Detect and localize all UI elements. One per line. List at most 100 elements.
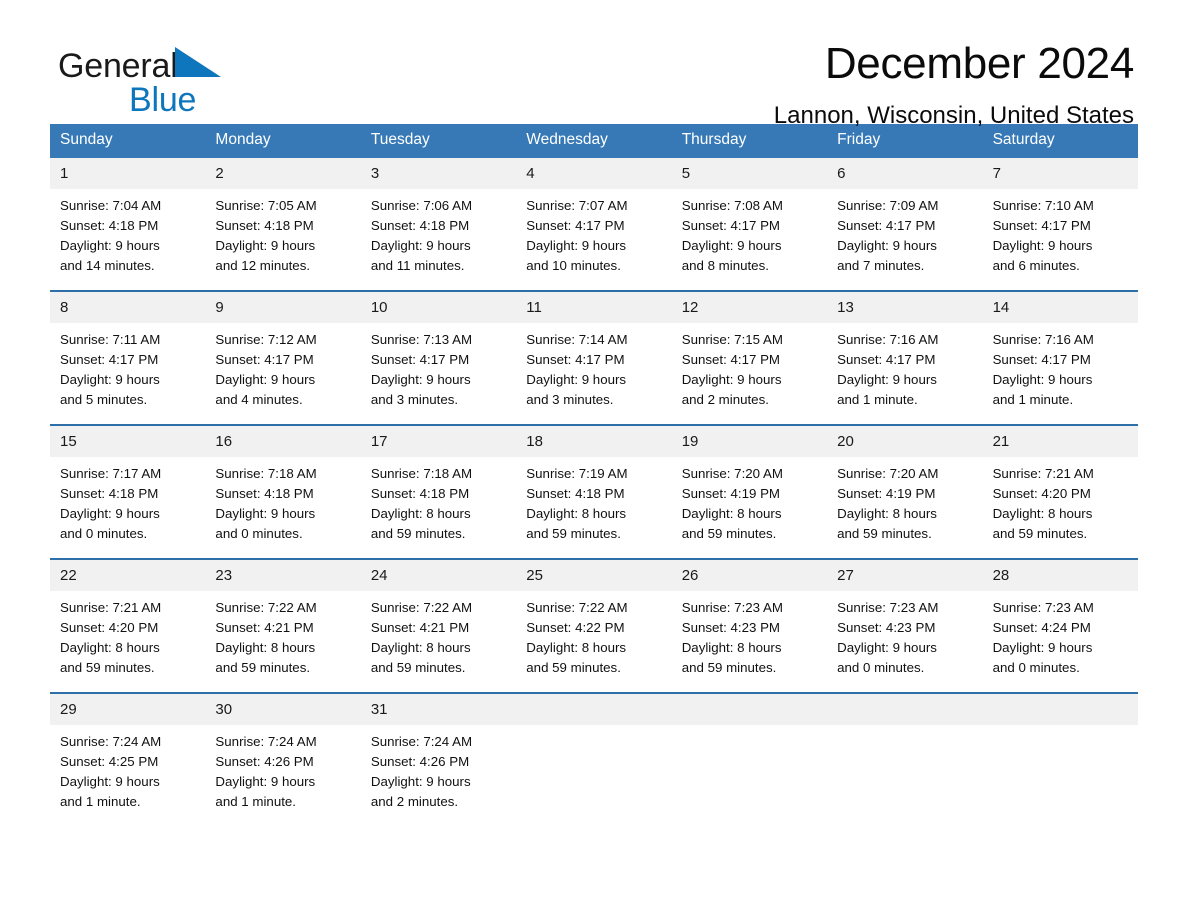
calendar-weeks: 1 Sunrise: 7:04 AM Sunset: 4:18 PM Daylight…: [50, 158, 1138, 812]
calendar-day-cell[interactable]: 20 Sunrise: 7:20 AM Sunset: 4:19 PM Dayligh…: [827, 426, 983, 544]
day-number: 11: [516, 292, 672, 323]
calendar-day-cell[interactable]: 19 Sunrise: 7:20 AM Sunset: 4:19 PM Dayligh…: [671, 426, 828, 544]
daylight-text-line1: Daylight: 9 hours: [370, 238, 471, 253]
calendar-day-cell[interactable]: 26 Sunrise: 7:23 AM Sunset: 4:23 PM Dayligh…: [671, 560, 828, 678]
calendar-week-row: 15 Sunrise: 7:17 AM Sunset: 4:18 PM Dayligh…: [50, 424, 1138, 544]
calendar-day-cell[interactable]: 30 Sunrise: 7:24 AM Sunset: 4:26 PM Dayligh…: [205, 694, 361, 812]
daylight-text-line2: and 11 minutes.: [370, 258, 465, 273]
day-details: Sunrise: 7:21 AM Sunset: 4:20 PM Daylight:…: [50, 591, 205, 678]
calendar-day-cell[interactable]: 5 Sunrise: 7:08 AM Sunset: 4:17 PM Daylight…: [671, 158, 828, 276]
calendar-day-cell[interactable]: 13 Sunrise: 7:16 AM Sunset: 4:17 PM Dayligh…: [827, 292, 983, 410]
day-number: 17: [360, 426, 517, 457]
sunset-text: Sunset: 4:17 PM: [526, 352, 625, 367]
calendar-day-cell[interactable]: 4 Sunrise: 7:07 AM Sunset: 4:17 PM Daylight…: [516, 158, 672, 276]
daylight-text-line2: and 1 minute.: [60, 794, 141, 809]
daylight-text-line2: and 1 minute.: [215, 794, 296, 809]
day-number: 28: [982, 560, 1138, 591]
calendar-day-cell[interactable]: 6 Sunrise: 7:09 AM Sunset: 4:17 PM Daylight…: [827, 158, 983, 276]
calendar-day-cell[interactable]: 11 Sunrise: 7:14 AM Sunset: 4:17 PM Dayligh…: [516, 292, 672, 410]
calendar-day-cell[interactable]: 31 Sunrise: 7:24 AM Sunset: 4:26 PM Dayligh…: [360, 694, 517, 812]
daylight-text-line1: Daylight: 8 hours: [370, 640, 471, 655]
daylight-text-line1: Daylight: 9 hours: [681, 372, 782, 387]
calendar-day-cell[interactable]: 2 Sunrise: 7:05 AM Sunset: 4:18 PM Daylight…: [205, 158, 361, 276]
sunrise-text: Sunrise: 7:22 AM: [215, 600, 317, 615]
calendar-day-cell[interactable]: 3 Sunrise: 7:06 AM Sunset: 4:18 PM Daylight…: [360, 158, 517, 276]
sunrise-text: Sunrise: 7:20 AM: [837, 466, 939, 481]
day-number: 10: [360, 292, 517, 323]
daylight-text-line2: and 59 minutes.: [60, 660, 155, 675]
day-number: 6: [827, 158, 983, 189]
sunset-text: Sunset: 4:18 PM: [60, 486, 159, 501]
calendar-day-cell[interactable]: 22 Sunrise: 7:21 AM Sunset: 4:20 PM Dayligh…: [50, 560, 206, 678]
daylight-text-line1: Daylight: 8 hours: [526, 640, 627, 655]
calendar-day-cell[interactable]: 17 Sunrise: 7:18 AM Sunset: 4:18 PM Dayligh…: [360, 426, 517, 544]
calendar-day-cell[interactable]: 25 Sunrise: 7:22 AM Sunset: 4:22 PM Dayligh…: [516, 560, 672, 678]
calendar-day-cell[interactable]: 23 Sunrise: 7:22 AM Sunset: 4:21 PM Dayligh…: [205, 560, 361, 678]
sunset-text: Sunset: 4:19 PM: [681, 486, 781, 501]
calendar-day-cell[interactable]: 12 Sunrise: 7:15 AM Sunset: 4:17 PM Dayligh…: [671, 292, 828, 410]
calendar-day-cell[interactable]: 10 Sunrise: 7:13 AM Sunset: 4:17 PM Dayligh…: [360, 292, 517, 410]
day-number: 19: [671, 426, 828, 457]
calendar-week-row: 29 Sunrise: 7:24 AM Sunset: 4:25 PM Dayligh…: [50, 692, 1138, 812]
daylight-text-line1: Daylight: 8 hours: [681, 640, 782, 655]
sunset-text: Sunset: 4:25 PM: [60, 754, 159, 769]
day-number: 30: [205, 694, 361, 725]
daylight-text-line1: Daylight: 9 hours: [60, 774, 160, 789]
sunset-text: Sunset: 4:17 PM: [992, 352, 1091, 367]
daylight-text-line2: and 59 minutes.: [681, 660, 777, 675]
day-number: 2: [205, 158, 361, 189]
sunset-text: Sunset: 4:22 PM: [526, 620, 625, 635]
daylight-text-line2: and 0 minutes.: [215, 526, 303, 541]
daylight-text-line2: and 3 minutes.: [526, 392, 614, 407]
sunset-text: Sunset: 4:23 PM: [837, 620, 936, 635]
day-number: 9: [205, 292, 361, 323]
calendar-day-cell[interactable]: 24 Sunrise: 7:22 AM Sunset: 4:21 PM Dayligh…: [360, 560, 517, 678]
calendar-day-cell[interactable]: 9 Sunrise: 7:12 AM Sunset: 4:17 PM Daylight…: [205, 292, 361, 410]
daylight-text-line1: Daylight: 9 hours: [526, 238, 627, 253]
daylight-text-line2: and 5 minutes.: [60, 392, 148, 407]
logo-generalblue[interactable]: General Blue: [58, 46, 358, 124]
day-details: Sunrise: 7:24 AM Sunset: 4:26 PM Daylight:…: [205, 725, 360, 812]
calendar-day-cell[interactable]: 21 Sunrise: 7:21 AM Sunset: 4:20 PM Dayligh…: [982, 426, 1138, 544]
daylight-text-line2: and 1 minute.: [837, 392, 918, 407]
sunset-text: Sunset: 4:21 PM: [215, 620, 314, 635]
calendar-day-cell[interactable]: 29 Sunrise: 7:24 AM Sunset: 4:25 PM Dayligh…: [50, 694, 206, 812]
calendar-day-cell[interactable]: 14 Sunrise: 7:16 AM Sunset: 4:17 PM Dayligh…: [982, 292, 1138, 410]
calendar-day-cell[interactable]: 18 Sunrise: 7:19 AM Sunset: 4:18 PM Dayligh…: [516, 426, 672, 544]
logo-top-row: General: [58, 46, 358, 86]
daylight-text-line1: Daylight: 8 hours: [837, 506, 937, 521]
sunrise-text: Sunrise: 7:18 AM: [215, 466, 317, 481]
sunrise-text: Sunrise: 7:09 AM: [837, 198, 939, 213]
sunset-text: Sunset: 4:17 PM: [837, 218, 936, 233]
sunrise-text: Sunrise: 7:24 AM: [370, 734, 473, 749]
calendar-grid: Sunday Monday Tuesday Wednesday Thursday Frid…: [50, 124, 1138, 812]
calendar-day-cell[interactable]: 15 Sunrise: 7:17 AM Sunset: 4:18 PM Dayligh…: [50, 426, 206, 544]
calendar-day-cell[interactable]: 27 Sunrise: 7:23 AM Sunset: 4:23 PM Dayligh…: [827, 560, 983, 678]
sunrise-text: Sunrise: 7:19 AM: [526, 466, 628, 481]
daylight-text-line1: Daylight: 9 hours: [526, 372, 627, 387]
daylight-text-line2: and 12 minutes.: [215, 258, 311, 273]
day-number: 20: [827, 426, 983, 457]
day-number: 4: [516, 158, 672, 189]
daylight-text-line2: and 0 minutes.: [837, 660, 925, 675]
calendar-day-cell[interactable]: 8 Sunrise: 7:11 AM Sunset: 4:17 PM Daylight…: [50, 292, 206, 410]
sunrise-text: Sunrise: 7:16 AM: [992, 332, 1094, 347]
day-number: 26: [671, 560, 828, 591]
calendar-day-cell-empty: [827, 694, 983, 812]
day-number: [671, 694, 828, 725]
calendar-day-cell[interactable]: 7 Sunrise: 7:10 AM Sunset: 4:17 PM Daylight…: [982, 158, 1138, 276]
day-details: Sunrise: 7:10 AM Sunset: 4:17 PM Daylight:…: [983, 189, 1138, 276]
sunset-text: Sunset: 4:26 PM: [370, 754, 470, 769]
calendar-day-cell[interactable]: 1 Sunrise: 7:04 AM Sunset: 4:18 PM Daylight…: [50, 158, 206, 276]
daylight-text-line1: Daylight: 8 hours: [370, 506, 471, 521]
daylight-text-line2: and 59 minutes.: [370, 526, 466, 541]
sunset-text: Sunset: 4:18 PM: [526, 486, 625, 501]
sunset-text: Sunset: 4:19 PM: [837, 486, 936, 501]
day-details: Sunrise: 7:06 AM Sunset: 4:18 PM Daylight:…: [361, 189, 516, 276]
calendar-day-cell[interactable]: 28 Sunrise: 7:23 AM Sunset: 4:24 PM Dayligh…: [982, 560, 1138, 678]
daylight-text-line2: and 59 minutes.: [992, 526, 1088, 541]
calendar-day-cell[interactable]: 16 Sunrise: 7:18 AM Sunset: 4:18 PM Dayligh…: [205, 426, 361, 544]
calendar-week-row: 22 Sunrise: 7:21 AM Sunset: 4:20 PM Dayligh…: [50, 558, 1138, 678]
day-details: Sunrise: 7:24 AM Sunset: 4:25 PM Daylight:…: [50, 725, 205, 812]
day-details: Sunrise: 7:04 AM Sunset: 4:18 PM Daylight:…: [50, 189, 205, 276]
